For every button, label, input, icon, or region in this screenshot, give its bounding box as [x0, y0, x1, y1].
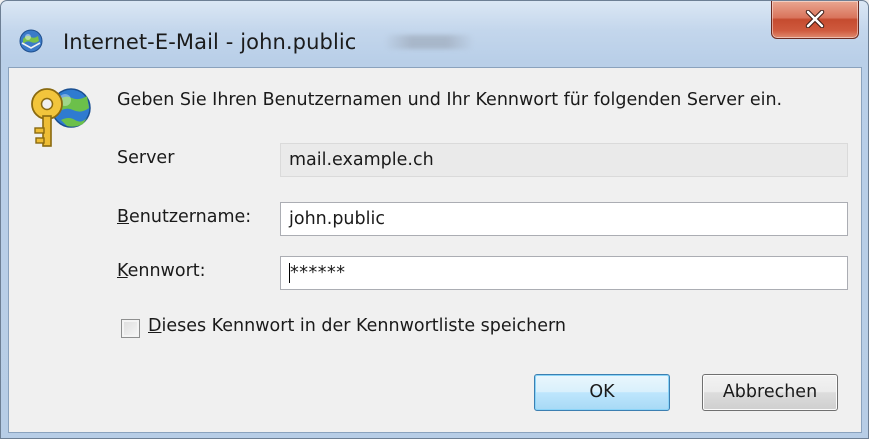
ok-button[interactable]: OK	[534, 374, 670, 411]
dialog-window: Internet-E-Mail - john.public Geben Sie …	[0, 0, 869, 439]
server-field: mail.example.ch	[280, 143, 848, 177]
close-button[interactable]	[771, 1, 859, 39]
username-label: Benutzername:	[117, 207, 252, 227]
username-input[interactable]: john.public	[280, 202, 848, 236]
close-icon	[805, 10, 825, 28]
dialog-body: Geben Sie Ihren Benutzernamen und Ihr Ke…	[8, 67, 862, 433]
server-value: mail.example.ch	[289, 150, 434, 170]
save-password-checkbox[interactable]	[121, 319, 140, 338]
password-value: ******	[290, 263, 346, 283]
server-label: Server	[117, 148, 175, 168]
title-bar[interactable]: Internet-E-Mail - john.public	[1, 1, 868, 67]
password-input[interactable]: ******	[280, 256, 848, 290]
username-value: john.public	[289, 209, 385, 229]
cancel-button[interactable]: Abbrechen	[702, 374, 838, 411]
save-password-label[interactable]: Dieses Kennwort in der Kennwortliste spe…	[148, 316, 566, 336]
redacted-title-part	[384, 35, 474, 49]
key-globe-icon	[27, 82, 93, 154]
prompt-text: Geben Sie Ihren Benutzernamen und Ihr Ke…	[117, 90, 783, 110]
outlook-app-icon	[19, 29, 43, 53]
window-title: Internet-E-Mail - john.public	[63, 30, 357, 54]
password-label: Kennwort:	[117, 261, 206, 281]
